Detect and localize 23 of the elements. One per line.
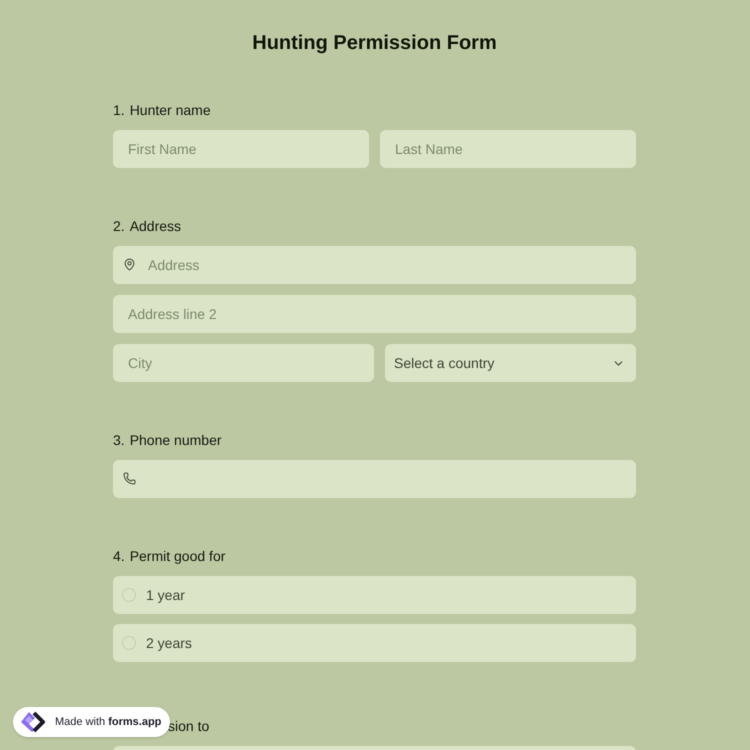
map-pin-icon: [123, 258, 136, 271]
input-field[interactable]: First Name: [113, 130, 369, 168]
input-field[interactable]: Address line 2: [113, 295, 636, 333]
question-number: 2.: [113, 216, 125, 236]
form-title: Hunting Permission Form: [252, 31, 497, 56]
question-number: 3.: [113, 430, 125, 450]
question-label: sion to: [168, 716, 210, 736]
question-label: Phone number: [130, 430, 222, 450]
input-field[interactable]: Last Name: [380, 130, 636, 168]
phone-field[interactable]: [113, 460, 636, 498]
question-number: 4.: [113, 546, 125, 566]
country-select[interactable]: Select a country: [385, 344, 636, 382]
input-field[interactable]: City: [113, 344, 374, 382]
badge-text: Made with forms.app: [55, 714, 162, 730]
question-label: Hunter name: [130, 100, 211, 120]
radio-option[interactable]: 2 years: [113, 624, 636, 662]
address-field[interactable]: Address: [113, 246, 636, 284]
question-number: 1.: [113, 100, 125, 120]
radio-option[interactable]: 1 year: [113, 576, 636, 614]
phone-icon: [123, 472, 136, 485]
question-label: Permit good for: [130, 546, 226, 566]
question-label: Address: [130, 216, 182, 236]
made-with-badge[interactable]: Made with forms.app: [13, 707, 170, 737]
